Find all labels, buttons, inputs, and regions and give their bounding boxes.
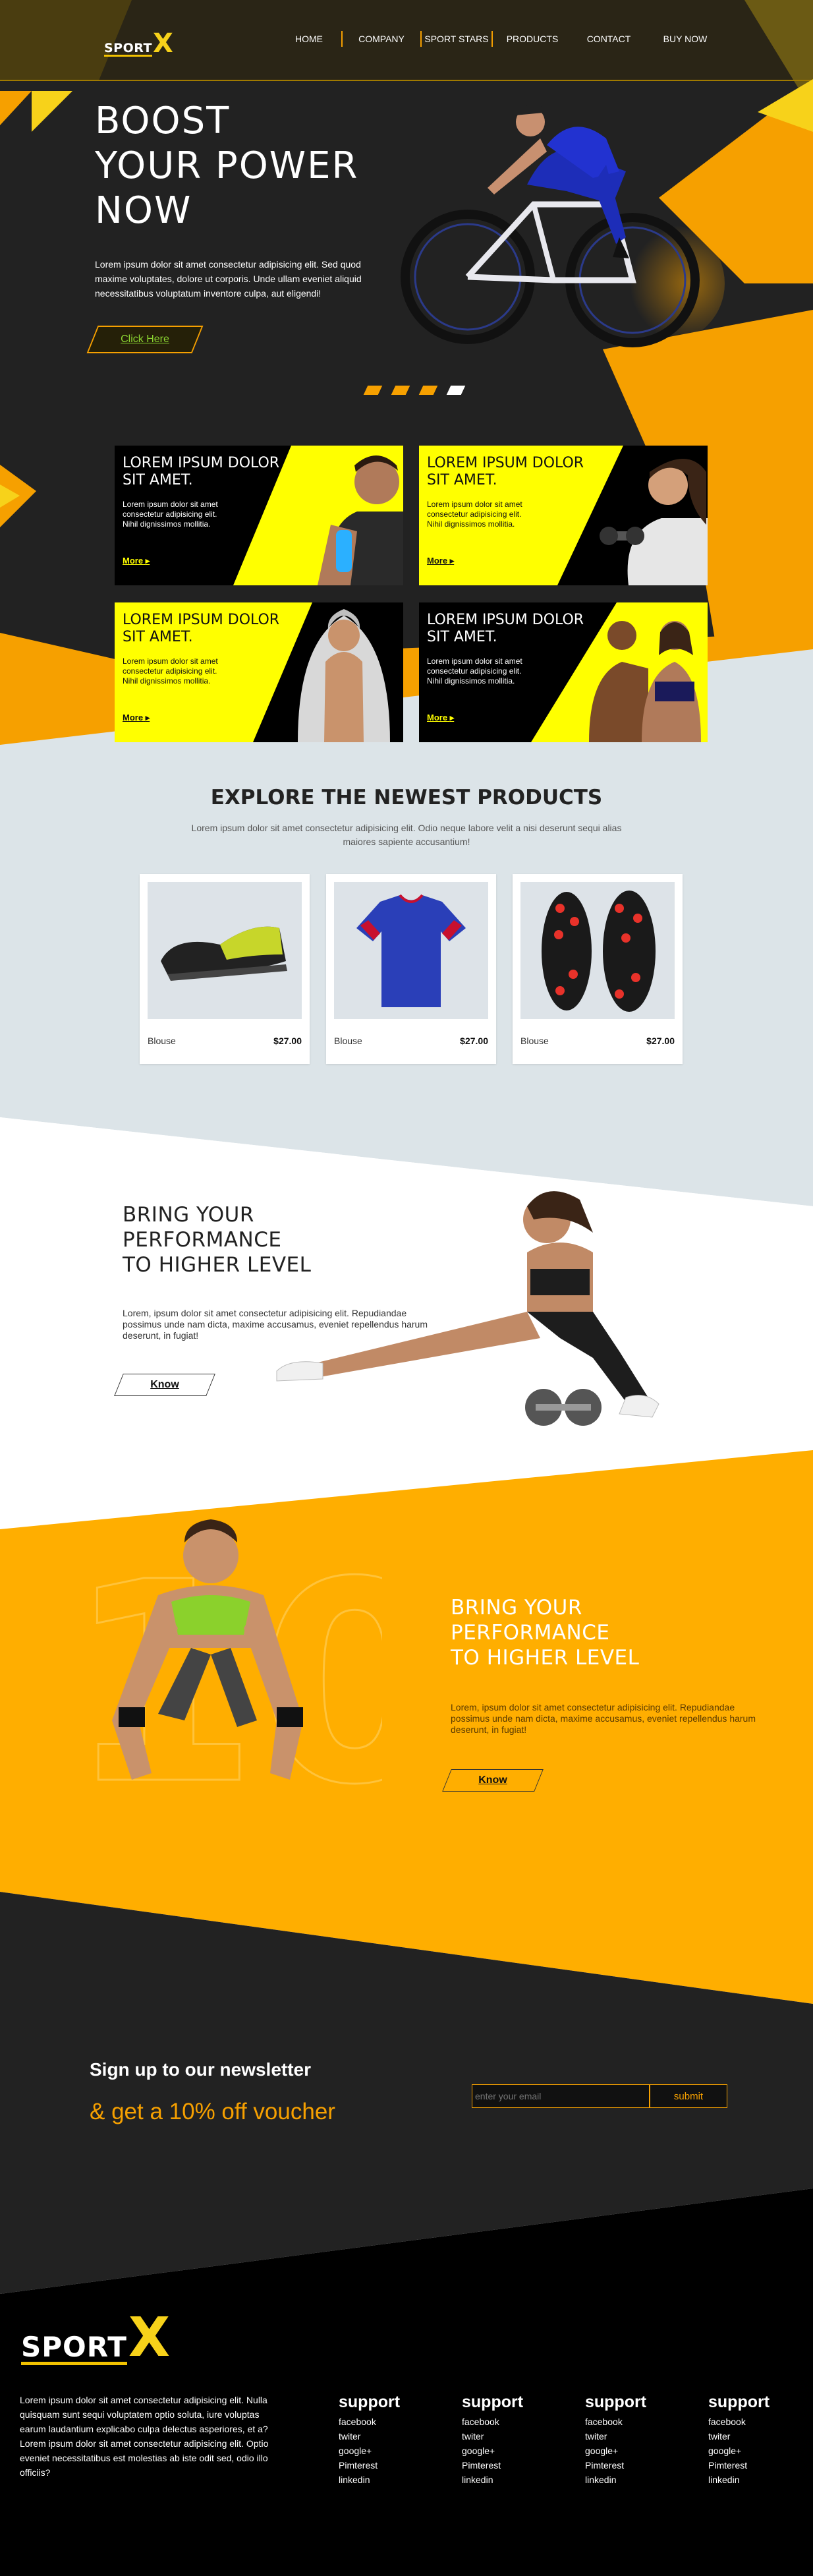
arrow-right-icon: ▸ (449, 556, 455, 566)
feature-card[interactable]: LOREM IPSUM DOLOR SIT AMET. Lorem ipsum … (419, 446, 708, 585)
slider-dot[interactable] (391, 386, 410, 395)
logo-mark: X (153, 28, 173, 59)
hero-slider-dots (363, 386, 466, 395)
card-title: LOREM IPSUM DOLOR SIT AMET. (123, 455, 280, 488)
product-name: Blouse (520, 1036, 549, 1046)
newsletter-title: Sign up to our newsletter (90, 2059, 312, 2080)
footer-link-pimterest[interactable]: Pimterest (585, 2458, 646, 2473)
perf2-know-button[interactable]: Know (442, 1769, 544, 1792)
arrow-right-icon: ▸ (449, 713, 455, 722)
nav-products[interactable]: PRODUCTS (493, 34, 572, 44)
product-price: $27.00 (646, 1036, 675, 1046)
footer-link-linkedin[interactable]: linkedin (708, 2473, 770, 2487)
footer-column: support facebook twiter google+ Pimteres… (462, 2393, 523, 2487)
card-title: LOREM IPSUM DOLOR SIT AMET. (427, 455, 584, 488)
athlete-hoodie-image (298, 609, 390, 742)
footer-column-title: support (585, 2393, 647, 2411)
footer-column: support facebook twiter google+ Pimteres… (708, 2393, 770, 2487)
footer-link-facebook[interactable]: facebook (708, 2415, 770, 2429)
card-more-link[interactable]: More ▸ (427, 556, 454, 566)
footer-link-pimterest[interactable]: Pimterest (708, 2458, 770, 2473)
slider-dot[interactable] (418, 386, 438, 395)
hero-text: Lorem ipsum dolor sit amet consectetur a… (95, 259, 362, 299)
main-nav: HOME COMPANY SPORT STARS PRODUCTS CONTAC… (277, 30, 725, 47)
products-subtitle: Lorem ipsum dolor sit amet consectetur a… (191, 823, 622, 847)
footer-link-linkedin[interactable]: linkedin (339, 2473, 400, 2487)
card-more-link[interactable]: More ▸ (427, 713, 454, 723)
hero-cta-button[interactable]: Click Here (86, 326, 204, 353)
nav-contact[interactable]: CONTACT (572, 34, 646, 44)
footer-link-linkedin[interactable]: linkedin (462, 2473, 523, 2487)
product-card[interactable]: Blouse $27.00 (513, 874, 683, 1064)
card-text: Lorem ipsum dolor sit amet consectetur a… (427, 500, 522, 529)
footer-link-pimterest[interactable]: Pimterest (339, 2458, 400, 2473)
footer-link-google[interactable]: google+ (339, 2444, 400, 2458)
jersey-icon (334, 882, 488, 1019)
nav-company[interactable]: COMPANY (343, 34, 420, 44)
football-boot-icon (148, 882, 302, 1019)
feature-card[interactable]: LOREM IPSUM DOLOR SIT AMET. Lorem ipsum … (115, 446, 403, 585)
product-price: $27.00 (460, 1036, 488, 1046)
card-text: Lorem ipsum dolor sit amet consectetur a… (123, 657, 218, 686)
footer-column: support facebook twiter google+ Pimteres… (339, 2393, 400, 2487)
brand-logo[interactable]: SPORT X (104, 24, 173, 57)
logo-word: SPORT (21, 2333, 127, 2365)
footer-link-twiter[interactable]: twiter (462, 2429, 523, 2444)
footer-link-twiter[interactable]: twiter (708, 2429, 770, 2444)
footer-link-linkedin[interactable]: linkedin (585, 2473, 646, 2487)
footer-link-google[interactable]: google+ (462, 2444, 523, 2458)
perf2-heading: BRING YOUR PERFORMANCE TO HIGHER LEVEL (451, 1596, 640, 1670)
athlete-dumbbell-image (600, 459, 708, 585)
card-text: Lorem ipsum dolor sit amet consectetur a… (123, 500, 218, 529)
athletes-couple-image (589, 621, 701, 742)
perf1-know-button[interactable]: Know (114, 1374, 215, 1396)
footer-column-title: support (462, 2393, 524, 2411)
newsletter-subtitle: & get a 10% off voucher (90, 2099, 335, 2124)
footer-about-text: Lorem ipsum dolor sit amet consectetur a… (20, 2395, 269, 2478)
nav-buy-now[interactable]: BUY NOW (646, 34, 725, 44)
logo-word: SPORT (104, 41, 152, 57)
feature-card[interactable]: LOREM IPSUM DOLOR SIT AMET. Lorem ipsum … (419, 602, 708, 742)
card-more-link[interactable]: More ▸ (123, 556, 150, 566)
footer-link-facebook[interactable]: facebook (585, 2415, 646, 2429)
footer-link-twiter[interactable]: twiter (585, 2429, 646, 2444)
footer-link-google[interactable]: google+ (708, 2444, 770, 2458)
card-title: LOREM IPSUM DOLOR SIT AMET. (427, 612, 584, 645)
cyclist-image (401, 104, 725, 347)
athlete-drinking-image (318, 455, 403, 585)
footer-link-facebook[interactable]: facebook (462, 2415, 523, 2429)
footer-column-title: support (708, 2393, 770, 2411)
athlete-sprint-start-image: 10 (65, 1519, 382, 1846)
card-title: LOREM IPSUM DOLOR SIT AMET. (123, 612, 280, 645)
products-title: EXPLORE THE NEWEST PRODUCTS (210, 786, 603, 809)
card-more-link[interactable]: More ▸ (123, 713, 150, 723)
slider-dot-active[interactable] (446, 386, 466, 395)
feature-card[interactable]: LOREM IPSUM DOLOR SIT AMET. Lorem ipsum … (115, 602, 403, 742)
card-text: Lorem ipsum dolor sit amet consectetur a… (427, 657, 522, 686)
newsletter-email-input[interactable] (472, 2084, 650, 2108)
hero-title: BOOST YOUR POWER NOW (95, 100, 359, 232)
footer-link-facebook[interactable]: facebook (339, 2415, 400, 2429)
product-card[interactable]: Blouse $27.00 (140, 874, 310, 1064)
footer-link-pimterest[interactable]: Pimterest (462, 2458, 523, 2473)
product-card[interactable]: Blouse $27.00 (326, 874, 496, 1064)
footer-logo[interactable]: SPORT X (21, 2306, 171, 2369)
athlete-lunge-image (276, 1191, 659, 1426)
footer-link-google[interactable]: google+ (585, 2444, 646, 2458)
arrow-right-icon: ▸ (145, 713, 150, 722)
product-name: Blouse (148, 1036, 176, 1046)
footer-column: support facebook twiter google+ Pimteres… (585, 2393, 646, 2487)
logo-mark: X (128, 2306, 171, 2369)
product-price: $27.00 (273, 1036, 302, 1046)
nav-sport-stars[interactable]: SPORT STARS (422, 34, 491, 44)
footer-column-title: support (339, 2393, 401, 2411)
nav-home[interactable]: HOME (277, 34, 341, 44)
cleats-icon (520, 882, 675, 1019)
product-name: Blouse (334, 1036, 362, 1046)
footer-link-twiter[interactable]: twiter (339, 2429, 400, 2444)
perf2-text: Lorem, ipsum dolor sit amet consectetur … (451, 1702, 756, 1735)
arrow-right-icon: ▸ (145, 556, 150, 566)
slider-dot[interactable] (363, 386, 383, 395)
newsletter-submit-button[interactable]: submit (650, 2084, 727, 2108)
